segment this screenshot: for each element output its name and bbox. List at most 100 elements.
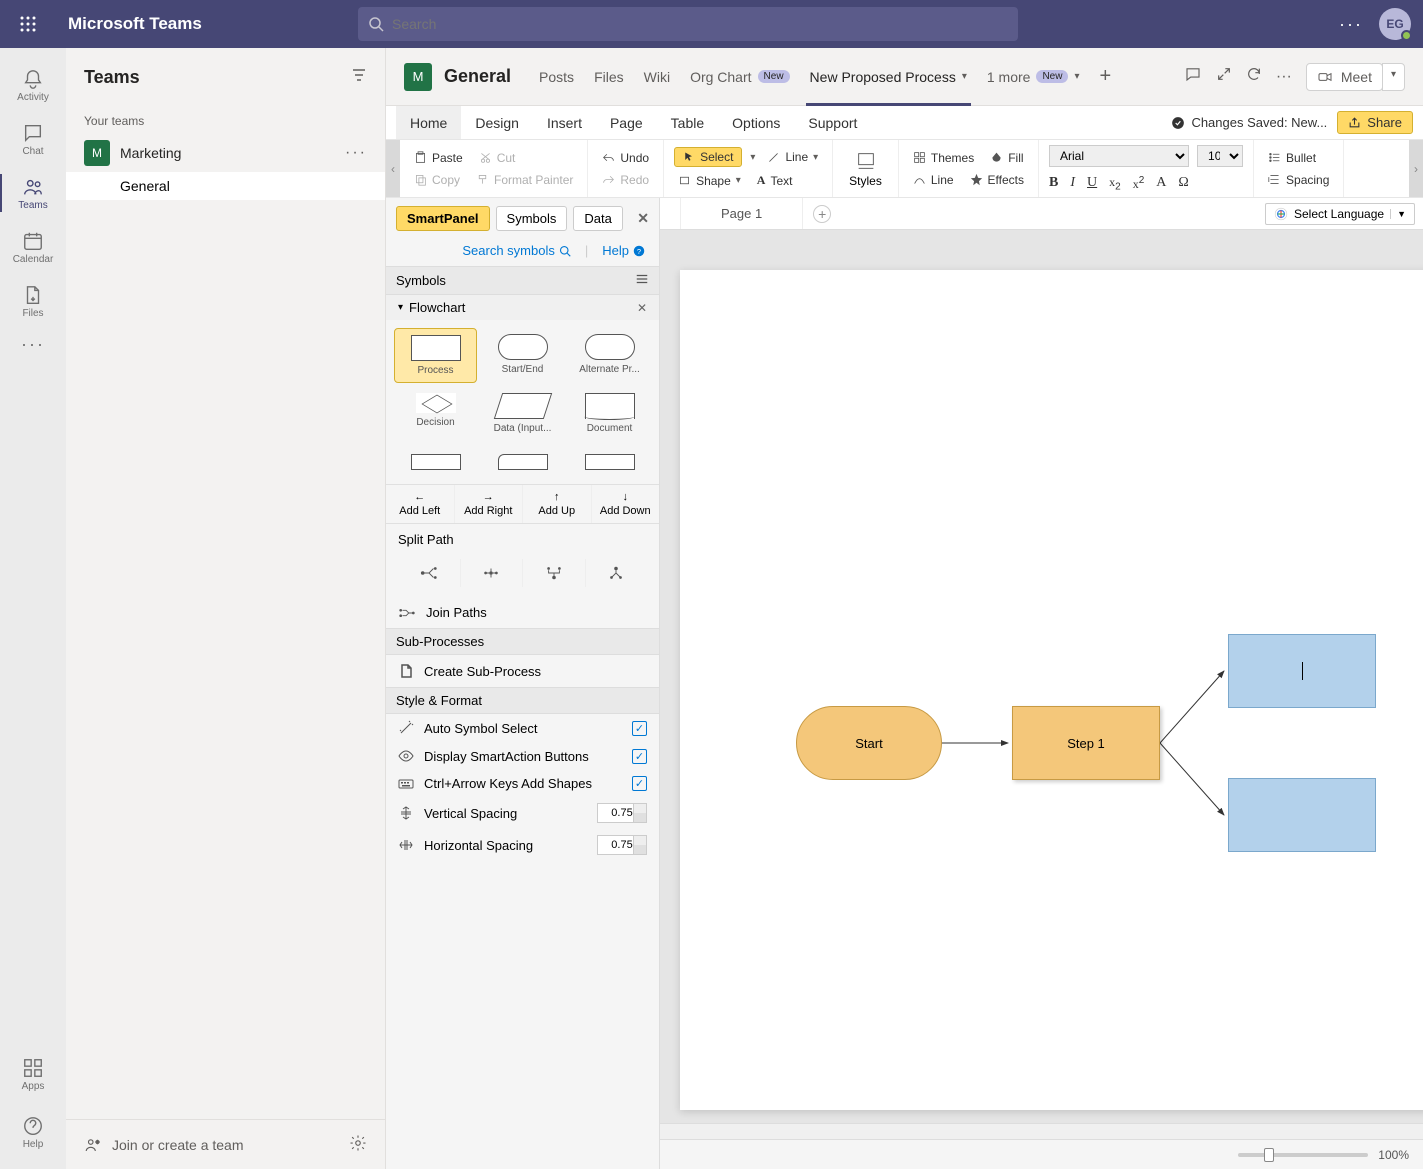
smartpanel-tab[interactable]: SmartPanel xyxy=(396,206,490,231)
shape-partial[interactable] xyxy=(568,448,651,476)
rail-chat[interactable]: Chat xyxy=(0,112,66,166)
italic-button[interactable]: I xyxy=(1070,175,1075,192)
hamburger-icon[interactable] xyxy=(635,272,649,289)
fill-button[interactable]: Fill xyxy=(986,149,1027,167)
menu-insert[interactable]: Insert xyxy=(533,106,596,139)
language-selector[interactable]: Select Language ▼ xyxy=(1265,203,1415,225)
rail-activity[interactable]: Activity xyxy=(0,58,66,112)
add-left-button[interactable]: ←Add Left xyxy=(386,485,455,523)
flowchart-shape-top[interactable] xyxy=(1228,634,1376,708)
ctrl-arrow-checkbox[interactable]: ✓ xyxy=(632,776,647,791)
add-up-button[interactable]: ↑Add Up xyxy=(523,485,592,523)
ribbon-collapse-left[interactable]: ‹ xyxy=(386,140,400,197)
symbol-button[interactable]: Ω xyxy=(1178,175,1188,192)
join-team-label[interactable]: Join or create a team xyxy=(112,1137,244,1153)
filter-icon[interactable] xyxy=(351,67,367,88)
underline-button[interactable]: U xyxy=(1087,175,1097,192)
channel-more-icon[interactable]: ··· xyxy=(1276,68,1292,86)
redo-button[interactable]: Redo xyxy=(598,171,653,189)
text-tool-button[interactable]: AText xyxy=(753,171,797,190)
collapse-icon[interactable]: ▾ xyxy=(398,302,403,313)
shape-tool-button[interactable]: Shape▾ xyxy=(674,172,745,190)
line-tool-button[interactable]: Line▾ xyxy=(763,148,822,166)
gear-icon[interactable] xyxy=(349,1134,367,1155)
copy-button[interactable]: Copy xyxy=(410,171,464,189)
split-option-3[interactable] xyxy=(523,559,586,587)
hspacing-input[interactable]: 0.75 xyxy=(597,835,647,855)
tab-orgchart[interactable]: Org Chart New xyxy=(680,48,799,106)
create-sub-process-button[interactable]: Create Sub-Process xyxy=(386,655,659,687)
data-tab[interactable]: Data xyxy=(573,206,622,231)
shape-partial[interactable] xyxy=(481,448,564,476)
undo-button[interactable]: Undo xyxy=(598,149,653,167)
cut-button[interactable]: Cut xyxy=(475,149,520,167)
styles-button[interactable]: Styles xyxy=(833,140,899,197)
select-tool-button[interactable]: Select xyxy=(674,147,742,167)
add-page-button[interactable]: + xyxy=(813,205,831,223)
reply-icon[interactable] xyxy=(1184,65,1202,88)
font-name-select[interactable]: Arial xyxy=(1049,145,1189,167)
tab-more[interactable]: 1 more New ▾ xyxy=(977,48,1090,106)
subscript-button[interactable]: x2 xyxy=(1109,175,1121,192)
rail-files[interactable]: Files xyxy=(0,274,66,328)
zoom-slider[interactable] xyxy=(1238,1153,1368,1157)
flowchart-start-shape[interactable]: Start xyxy=(796,706,942,780)
effects-button[interactable]: Effects xyxy=(966,171,1028,189)
flowchart-step1-shape[interactable]: Step 1 xyxy=(1012,706,1160,780)
meet-button[interactable]: Meet xyxy=(1306,63,1383,91)
search-input[interactable] xyxy=(392,16,1008,32)
channel-general[interactable]: General xyxy=(66,172,385,200)
flowchart-shape-bottom[interactable] xyxy=(1228,778,1376,852)
superscript-button[interactable]: x2 xyxy=(1133,175,1145,192)
add-down-button[interactable]: ↓Add Down xyxy=(592,485,660,523)
app-launcher-icon[interactable] xyxy=(12,8,44,40)
select-dropdown[interactable]: ▾ xyxy=(750,152,755,163)
page-surface[interactable]: Start Step 1 xyxy=(680,270,1423,1110)
split-option-4[interactable] xyxy=(586,559,648,587)
shape-document[interactable]: Document xyxy=(568,387,651,440)
menu-table[interactable]: Table xyxy=(657,106,718,139)
close-group-icon[interactable]: ✕ xyxy=(637,301,647,315)
vspacing-input[interactable]: 0.75 xyxy=(597,803,647,823)
symbols-tab[interactable]: Symbols xyxy=(496,206,568,231)
rail-more-icon[interactable]: ··· xyxy=(21,334,45,355)
horizontal-scrollbar[interactable] xyxy=(660,1123,1423,1139)
shape-start-end[interactable]: Start/End xyxy=(481,328,564,383)
search-symbols-link[interactable]: Search symbols xyxy=(462,243,570,258)
canvas-scroll[interactable]: Start Step 1 xyxy=(660,230,1423,1139)
split-option-1[interactable] xyxy=(398,559,461,587)
tab-files[interactable]: Files xyxy=(584,48,634,106)
refresh-icon[interactable] xyxy=(1246,66,1262,87)
add-tab-button[interactable]: + xyxy=(1100,65,1112,88)
bullet-button[interactable]: Bullet xyxy=(1264,149,1333,167)
format-painter-button[interactable]: Format Painter xyxy=(472,171,577,189)
rail-calendar[interactable]: Calendar xyxy=(0,220,66,274)
font-size-select[interactable]: 10 xyxy=(1197,145,1243,167)
shape-partial[interactable] xyxy=(394,448,477,476)
menu-design[interactable]: Design xyxy=(461,106,533,139)
close-panel-icon[interactable]: ✕ xyxy=(637,210,649,227)
page-tab-1[interactable]: Page 1 xyxy=(680,198,803,229)
paste-button[interactable]: Paste xyxy=(410,149,467,167)
team-row-marketing[interactable]: M Marketing ··· xyxy=(66,134,385,172)
zoom-handle[interactable] xyxy=(1264,1148,1274,1162)
bold-button[interactable]: B xyxy=(1049,175,1058,192)
line-style-button[interactable]: Line xyxy=(909,171,958,189)
search-bar[interactable] xyxy=(358,7,1018,41)
tab-posts[interactable]: Posts xyxy=(529,48,584,106)
menu-page[interactable]: Page xyxy=(596,106,657,139)
display-buttons-checkbox[interactable]: ✓ xyxy=(632,749,647,764)
themes-button[interactable]: Themes xyxy=(909,149,978,167)
tab-wiki[interactable]: Wiki xyxy=(634,48,680,106)
auto-symbol-checkbox[interactable]: ✓ xyxy=(632,721,647,736)
shape-data-input-[interactable]: Data (Input... xyxy=(481,387,564,440)
shape-alternate-pr-[interactable]: Alternate Pr... xyxy=(568,328,651,383)
meet-dropdown[interactable]: ▾ xyxy=(1382,63,1405,91)
rail-teams[interactable]: Teams xyxy=(0,166,66,220)
join-paths-button[interactable]: Join Paths xyxy=(386,597,659,628)
tab-new-proposed-process[interactable]: New Proposed Process ▾ xyxy=(800,48,977,106)
menu-home[interactable]: Home xyxy=(396,106,461,139)
rail-help[interactable]: Help xyxy=(0,1105,66,1159)
header-more-icon[interactable]: ··· xyxy=(1339,14,1363,35)
add-right-button[interactable]: →Add Right xyxy=(455,485,524,523)
